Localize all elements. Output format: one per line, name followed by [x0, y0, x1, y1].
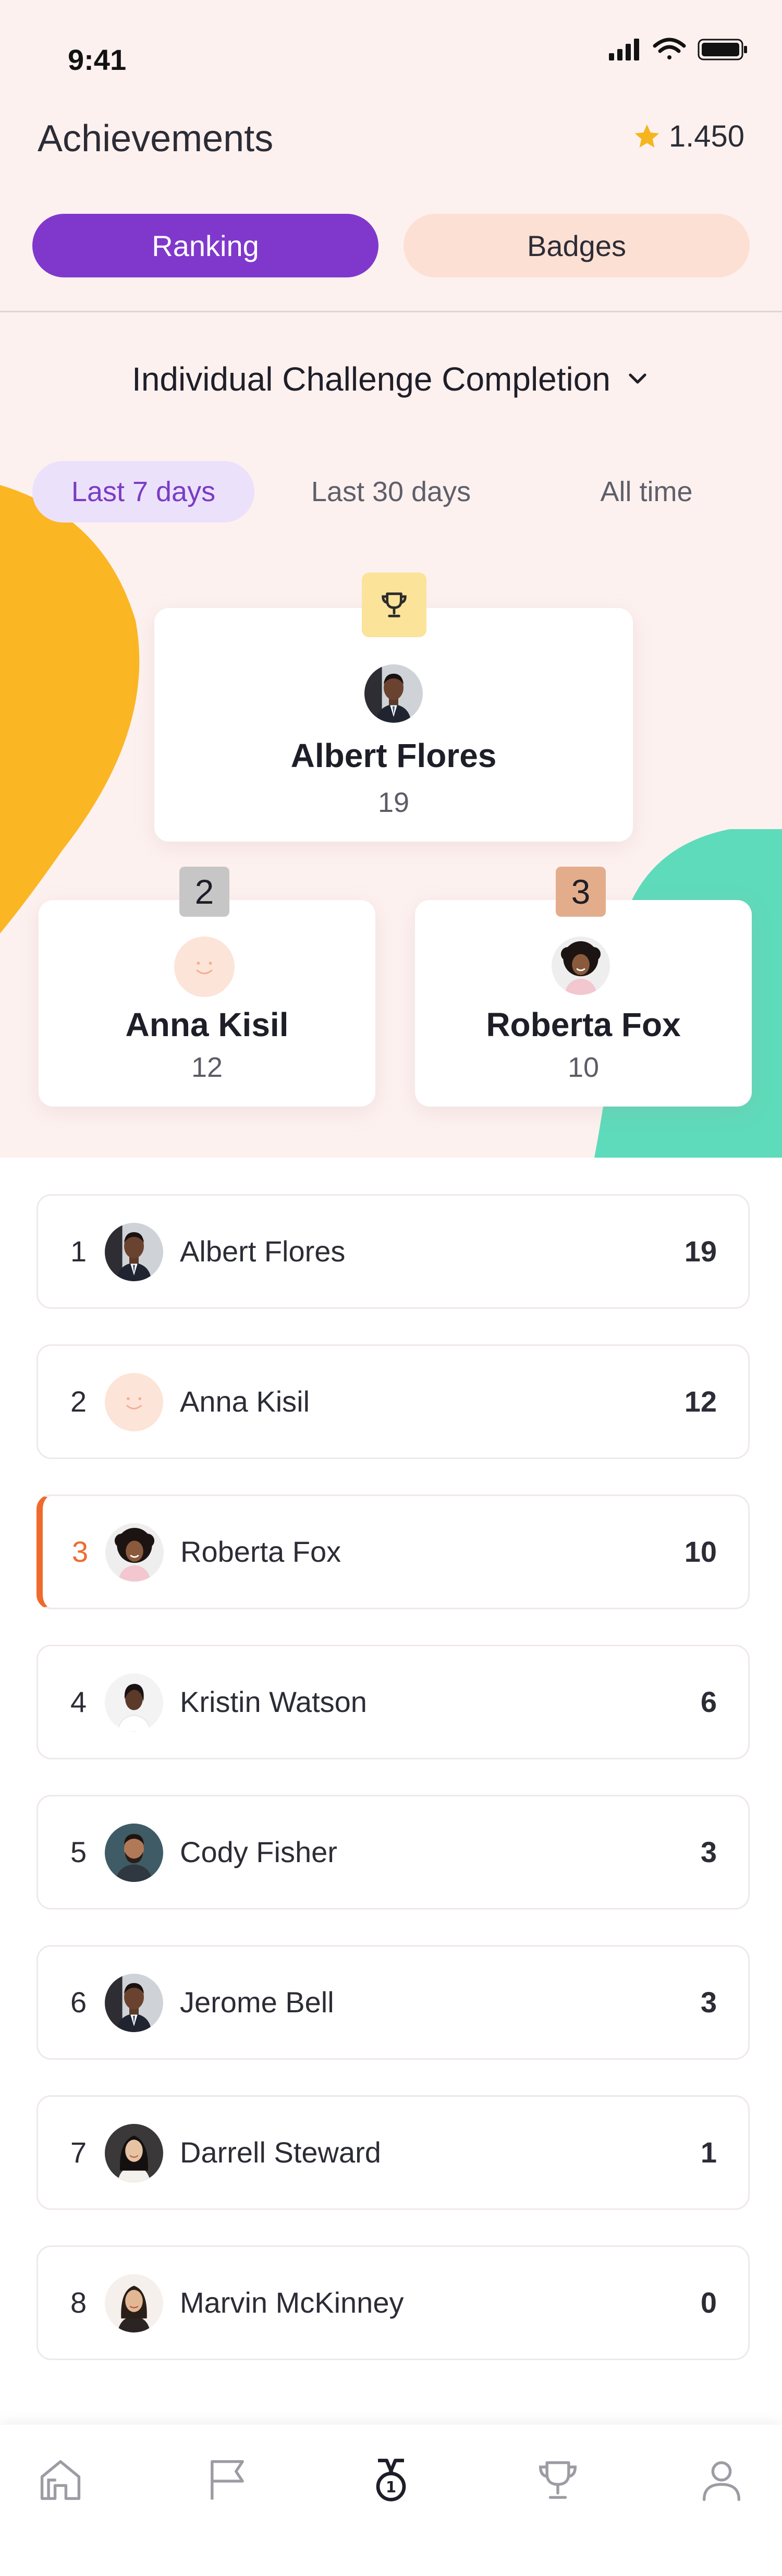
row-rank: 7: [70, 2136, 87, 2169]
medal-icon: 1: [376, 2459, 406, 2501]
leaderboard-row-current-user[interactable]: 3 Roberta Fox 10: [36, 1494, 750, 1609]
leaderboard-row[interactable]: 4 Kristin Watson 6: [36, 1645, 750, 1759]
avatar: [364, 664, 423, 723]
row-name: Roberta Fox: [180, 1535, 341, 1568]
leaderboard-row[interactable]: 2 Anna Kisil 12: [36, 1344, 750, 1459]
nav-achievements[interactable]: 1: [365, 2454, 417, 2506]
row-score: 3: [700, 1836, 717, 1868]
row-rank: 3: [72, 1535, 89, 1568]
decorative-yellow-blob: [0, 485, 140, 933]
row-name: Darrell Steward: [180, 2136, 381, 2169]
tab-ranking[interactable]: Ranking: [32, 214, 378, 277]
flag-icon: [211, 2460, 244, 2500]
row-score: 19: [684, 1235, 717, 1268]
home-icon: [40, 2460, 81, 2500]
row-score: 3: [700, 1986, 717, 2019]
page-title: Achievements: [38, 118, 274, 160]
wifi-icon: [653, 38, 686, 59]
star-icon: [634, 124, 659, 148]
podium-card-third[interactable]: Roberta Fox 10: [415, 900, 752, 1107]
tab-badges[interactable]: Badges: [404, 214, 750, 277]
row-name: Cody Fisher: [180, 1836, 337, 1868]
profile-icon: [702, 2461, 741, 2501]
battery-icon: [698, 39, 747, 60]
podium-third-score: 10: [567, 1052, 600, 1083]
leaderboard-row[interactable]: 7 Darrell Steward 1: [36, 2095, 750, 2210]
filter-last-7-days[interactable]: Last 7 days: [32, 461, 254, 523]
filter-all-time[interactable]: All time: [542, 461, 751, 523]
status-icons: [609, 38, 747, 60]
row-name: Anna Kisil: [180, 1385, 310, 1418]
avatar: [105, 1824, 163, 1882]
podium-card-second[interactable]: Anna Kisil 12: [39, 900, 375, 1107]
leaderboard-row[interactable]: 8 Marvin McKinney 0: [36, 2245, 750, 2360]
row-name: Kristin Watson: [180, 1685, 367, 1718]
rank-badge-second: 2: [179, 867, 229, 917]
row-rank: 5: [70, 1836, 87, 1868]
row-score: 12: [684, 1385, 717, 1418]
trophy-icon: [382, 592, 407, 617]
bottom-nav: 1: [0, 2425, 782, 2576]
avatar: [105, 2124, 163, 2182]
points-value: 1.450: [668, 119, 744, 153]
filter-last-30-days[interactable]: Last 30 days: [276, 461, 506, 523]
row-score: 6: [700, 1685, 717, 1718]
avatar: [105, 2274, 163, 2332]
challenge-dropdown-label: Individual Challenge Completion: [132, 360, 610, 398]
leaderboard-row[interactable]: 6 Jerome Bell 3: [36, 1945, 750, 2060]
row-rank: 4: [70, 1685, 87, 1718]
row-rank: 8: [70, 2286, 87, 2319]
ranking-hero: 9:41 Achievements 1.450 Ranking Badges I…: [0, 0, 782, 1158]
row-score: 0: [700, 2286, 717, 2319]
svg-text:1: 1: [386, 2478, 396, 2496]
avatar: [552, 937, 610, 995]
avatar-placeholder: [105, 1373, 163, 1431]
nav-profile[interactable]: [695, 2454, 748, 2506]
row-rank: 6: [70, 1986, 87, 2019]
points-counter: 1.450: [632, 119, 744, 154]
podium-card-first[interactable]: Albert Flores 19: [154, 608, 633, 842]
nav-home[interactable]: [34, 2454, 87, 2506]
chevron-down-icon: [625, 366, 650, 393]
avatar: [105, 1974, 163, 2032]
row-rank: 1: [70, 1235, 87, 1268]
podium-first-name: Albert Flores: [290, 737, 497, 774]
trophy-badge: [362, 573, 426, 637]
podium-third-name: Roberta Fox: [486, 1006, 681, 1043]
podium-first-score: 19: [377, 787, 410, 818]
row-rank: 2: [70, 1385, 87, 1418]
row-name: Albert Flores: [180, 1235, 346, 1268]
avatar: [105, 1523, 164, 1582]
leaderboard-row[interactable]: 1 Albert Flores 19: [36, 1194, 750, 1309]
row-name: Marvin McKinney: [180, 2286, 404, 2319]
header-divider: [0, 311, 782, 312]
row-score: 1: [700, 2136, 717, 2169]
status-time: 9:41: [68, 43, 127, 76]
trophy-icon: [539, 2461, 577, 2499]
nav-challenges[interactable]: [201, 2454, 253, 2506]
row-name: Jerome Bell: [180, 1986, 334, 2019]
challenge-dropdown[interactable]: Individual Challenge Completion: [0, 360, 782, 398]
avatar-placeholder: [174, 937, 235, 997]
row-score: 10: [684, 1535, 717, 1568]
nav-leaderboard[interactable]: [532, 2454, 584, 2506]
avatar: [105, 1223, 163, 1281]
rank-badge-third: 3: [556, 867, 606, 917]
podium-second-score: 12: [191, 1052, 223, 1083]
avatar: [105, 1673, 163, 1732]
signal-icon: [609, 39, 639, 60]
podium-second-name: Anna Kisil: [125, 1006, 289, 1043]
leaderboard-row[interactable]: 5 Cody Fisher 3: [36, 1795, 750, 1910]
